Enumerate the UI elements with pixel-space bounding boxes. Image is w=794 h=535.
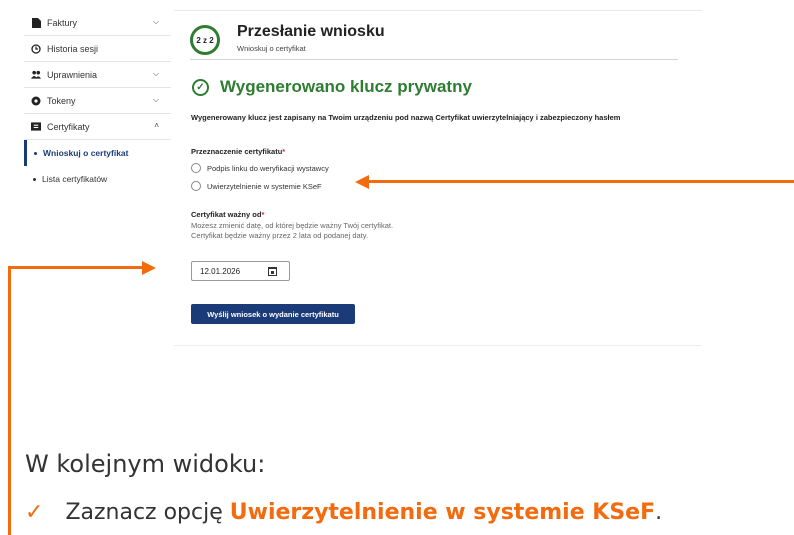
request-card: 2 z 2 Przesłanie wniosku Wnioskuj o cert…: [174, 10, 702, 346]
checkmark-icon: ✓: [25, 500, 44, 525]
instruction-heading: W kolejnym widoku:: [25, 450, 266, 478]
annotation-arrow-line: [368, 180, 794, 183]
success-banner: ✓ Wygenerowano klucz prywatny: [192, 77, 472, 97]
check-circle-icon: ✓: [192, 78, 209, 96]
instruction-suffix: .: [655, 500, 663, 525]
radio-option-podpis-linku[interactable]: Podpis linku do weryfikacji wystawcy: [191, 163, 329, 173]
chevron-down-icon: ⌵: [152, 17, 159, 26]
chevron-up-icon: ˄: [154, 121, 159, 130]
clock-icon: [31, 43, 41, 54]
radio-button[interactable]: [191, 163, 201, 173]
calendar-icon[interactable]: [268, 267, 277, 276]
instruction-step: ✓ Zaznacz opcję Uwierzytelnienie w syste…: [25, 500, 662, 525]
sidebar-item-label: Uprawnienia: [47, 69, 98, 80]
chevron-down-icon: ⌵: [152, 69, 159, 78]
radio-button[interactable]: [191, 181, 201, 191]
document-icon: [31, 17, 41, 28]
sidebar-item-label: Tokeny: [47, 95, 76, 106]
date-value: 12.01.2026: [200, 266, 241, 276]
users-icon: [31, 70, 41, 80]
success-title: Wygenerowano klucz prywatny: [220, 77, 472, 96]
token-icon: [31, 96, 41, 106]
step-indicator: 2 z 2: [190, 25, 220, 55]
valid-from-help: Możesz zmienić datę, od której będzie wa…: [191, 221, 394, 240]
annotation-arrow-vertical: [8, 266, 11, 535]
purpose-label: Przeznaczenie certyfikatu*: [191, 147, 285, 156]
purpose-label-text: Przeznaczenie certyfikatu: [191, 147, 283, 156]
sidebar-subitem-label: Lista certyfikatów: [42, 174, 108, 184]
bullet-icon: [33, 177, 36, 181]
instruction-prefix: Zaznacz opcję: [65, 500, 230, 525]
sidebar-subitem-wnioskuj[interactable]: Wnioskuj o certyfikat: [24, 140, 171, 166]
annotation-arrow-head: [142, 260, 156, 275]
annotation-arrow-head: [355, 174, 369, 189]
sidebar-item-label: Historia sesji: [47, 43, 99, 54]
header-divider: [190, 59, 678, 60]
sidebar-subitem-lista[interactable]: Lista certyfikatów: [24, 166, 171, 192]
instruction-highlight: Uwierzytelnienie w systemie KSeF: [229, 500, 656, 525]
certificate-icon: [31, 122, 41, 132]
annotation-arrow-horizontal: [8, 266, 143, 269]
sidebar-item-uprawnienia[interactable]: Uprawnienia ⌵: [24, 62, 171, 88]
chevron-down-icon: ⌵: [152, 95, 159, 104]
required-mark: *: [261, 210, 265, 219]
sidebar-item-certyfikaty[interactable]: Certyfikaty ˄: [24, 114, 171, 140]
required-mark: *: [282, 147, 286, 156]
sidebar-item-tokeny[interactable]: Tokeny ⌵: [24, 88, 171, 114]
sidebar: Faktury ⌵ Historia sesji Uprawnienia ⌵ T…: [24, 10, 171, 192]
sidebar-subitem-label: Wnioskuj o certyfikat: [43, 148, 129, 158]
submit-request-button[interactable]: Wyślij wniosek o wydanie certyfikatu: [191, 304, 355, 324]
sidebar-item-label: Certyfikaty: [47, 121, 90, 132]
page-subtitle: Wnioskuj o certyfikat: [237, 44, 306, 53]
valid-from-label-text: Certyfikat ważny od: [191, 210, 262, 219]
card-bottom-border: [174, 345, 702, 346]
sidebar-item-label: Faktury: [47, 17, 78, 28]
radio-label: Podpis linku do weryfikacji wystawcy: [207, 163, 329, 173]
radio-label: Uwierzytelnienie w systemie KSeF: [207, 181, 322, 191]
page-title: Przesłanie wniosku: [237, 23, 385, 40]
valid-from-date-input[interactable]: 12.01.2026: [191, 261, 290, 281]
radio-option-uwierzytelnienie-ksef[interactable]: Uwierzytelnienie w systemie KSeF: [191, 181, 322, 191]
sidebar-item-historia-sesji[interactable]: Historia sesji: [24, 36, 171, 62]
bullet-icon: [34, 151, 37, 155]
key-description: Wygenerowany klucz jest zapisany na Twoi…: [191, 113, 621, 122]
sidebar-item-faktury[interactable]: Faktury ⌵: [24, 10, 171, 36]
valid-from-label: Certyfikat ważny od*: [191, 210, 264, 219]
